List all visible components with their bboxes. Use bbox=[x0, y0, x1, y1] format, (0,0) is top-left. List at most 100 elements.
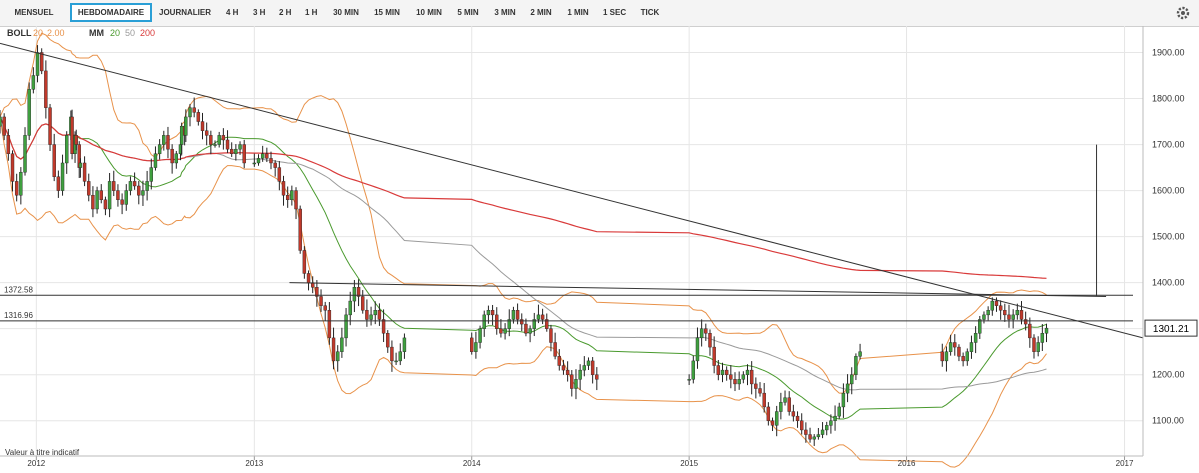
candle-body bbox=[691, 360, 696, 380]
bollinger-lower-band bbox=[0, 116, 1047, 468]
candle-body bbox=[373, 310, 377, 316]
legend-mm50: 50 bbox=[125, 28, 135, 38]
candle-body bbox=[149, 167, 153, 182]
candle-body bbox=[213, 144, 217, 146]
candle-body bbox=[783, 397, 787, 403]
candle-body bbox=[524, 323, 528, 334]
candle-body bbox=[2, 116, 6, 136]
candle-body bbox=[474, 342, 478, 352]
candle-body bbox=[0, 116, 2, 127]
candle-body bbox=[808, 434, 812, 440]
candle-body bbox=[128, 181, 133, 191]
candle-body bbox=[298, 208, 302, 251]
price-chart[interactable]: 1372.581316.96 1100.001200.001300.001400… bbox=[0, 26, 1199, 473]
candle-body bbox=[957, 346, 961, 357]
candle-body bbox=[87, 181, 91, 196]
timeframe-mensuel[interactable]: MENSUEL bbox=[6, 3, 62, 22]
candle-body bbox=[704, 328, 708, 334]
candle-body bbox=[107, 181, 112, 210]
gear-icon[interactable] bbox=[1175, 5, 1191, 21]
candle-body bbox=[265, 153, 269, 159]
candle-body bbox=[238, 144, 242, 150]
candle-body bbox=[242, 144, 246, 164]
candle-body bbox=[82, 162, 87, 182]
candle-body bbox=[162, 135, 166, 145]
candle-body bbox=[74, 135, 78, 145]
timeframe-10-min[interactable]: 10 MIN bbox=[411, 3, 447, 22]
timeframe-2-min[interactable]: 2 MIN bbox=[526, 3, 556, 22]
candle-body bbox=[65, 135, 69, 164]
candle-body bbox=[1015, 310, 1020, 316]
candle-body bbox=[820, 429, 825, 435]
candle-body bbox=[758, 388, 762, 394]
candle-body bbox=[170, 148, 174, 164]
timeframe-5-min[interactable]: 5 MIN bbox=[453, 3, 483, 22]
candle-body bbox=[837, 406, 841, 417]
indicator-legend: BOLL 20 2.00 MM 20 50 200 bbox=[7, 28, 155, 38]
y-tick-label: 1200.00 bbox=[1152, 370, 1185, 380]
candle-body bbox=[306, 273, 311, 283]
candle-body bbox=[390, 346, 394, 362]
candle-body bbox=[1044, 327, 1049, 334]
candle-body bbox=[490, 310, 495, 316]
candle-body bbox=[557, 356, 561, 366]
timeframe-15-min[interactable]: 15 MIN bbox=[369, 3, 405, 22]
candle-body bbox=[708, 333, 712, 348]
candle-body bbox=[70, 116, 74, 154]
candle-body bbox=[402, 337, 407, 352]
candle-body bbox=[1003, 310, 1007, 316]
candle-body bbox=[973, 333, 978, 343]
y-tick-label: 1600.00 bbox=[1152, 186, 1185, 196]
candle-body bbox=[153, 153, 158, 168]
candle-body bbox=[754, 383, 758, 389]
candle-body bbox=[204, 130, 209, 136]
candle-body bbox=[774, 411, 779, 426]
candle-body bbox=[137, 185, 141, 196]
candle-body bbox=[348, 300, 352, 316]
candle-body bbox=[52, 144, 56, 177]
candle-body bbox=[779, 402, 783, 412]
timeframe-2-h[interactable]: 2 H bbox=[275, 3, 295, 22]
candle-body bbox=[336, 351, 340, 362]
timeframe-hebdomadaire[interactable]: HEBDOMADAIRE bbox=[70, 3, 152, 22]
candle-body bbox=[511, 310, 516, 320]
candle-body bbox=[221, 135, 226, 141]
timeframe-journalier[interactable]: JOURNALIER bbox=[155, 3, 215, 22]
candle-body bbox=[124, 190, 128, 205]
candle-body bbox=[48, 107, 52, 145]
timeframe-1-min[interactable]: 1 MIN bbox=[563, 3, 593, 22]
timeframe-tick[interactable]: TICK bbox=[636, 3, 664, 22]
candle-body bbox=[256, 158, 261, 164]
candle-body bbox=[482, 314, 486, 329]
candle-body bbox=[699, 328, 704, 339]
timeframe-1-sec[interactable]: 1 SEC bbox=[599, 3, 629, 22]
candle-body bbox=[578, 369, 582, 380]
candle-body bbox=[553, 342, 557, 357]
candle-body bbox=[277, 167, 282, 182]
candle-body bbox=[365, 310, 369, 320]
x-tick-label: 2016 bbox=[898, 459, 916, 468]
candle-body bbox=[78, 162, 83, 168]
candle-body bbox=[394, 360, 398, 363]
candle-body bbox=[273, 162, 277, 168]
candle-body bbox=[91, 194, 95, 210]
candle-body bbox=[225, 139, 230, 150]
candle-body bbox=[31, 75, 36, 90]
candle-body bbox=[574, 379, 578, 389]
timeframe-30-min[interactable]: 30 MIN bbox=[328, 3, 364, 22]
timeframe-4-h[interactable]: 4 H bbox=[222, 3, 242, 22]
timeframe-1-h[interactable]: 1 H bbox=[301, 3, 321, 22]
candle-body bbox=[361, 296, 365, 311]
candle-body bbox=[791, 411, 796, 417]
candle-body bbox=[586, 360, 591, 366]
timeframe-3-h[interactable]: 3 H bbox=[249, 3, 269, 22]
candle-body bbox=[745, 369, 750, 375]
timeframe-3-min[interactable]: 3 MIN bbox=[490, 3, 520, 22]
legend-mm20: 20 bbox=[110, 28, 120, 38]
candle-body bbox=[352, 287, 357, 302]
level-label: 1316.96 bbox=[4, 311, 33, 320]
candle-body bbox=[44, 70, 48, 108]
candle-body bbox=[132, 181, 137, 187]
candle-body bbox=[19, 171, 23, 196]
candle-body bbox=[795, 415, 800, 421]
